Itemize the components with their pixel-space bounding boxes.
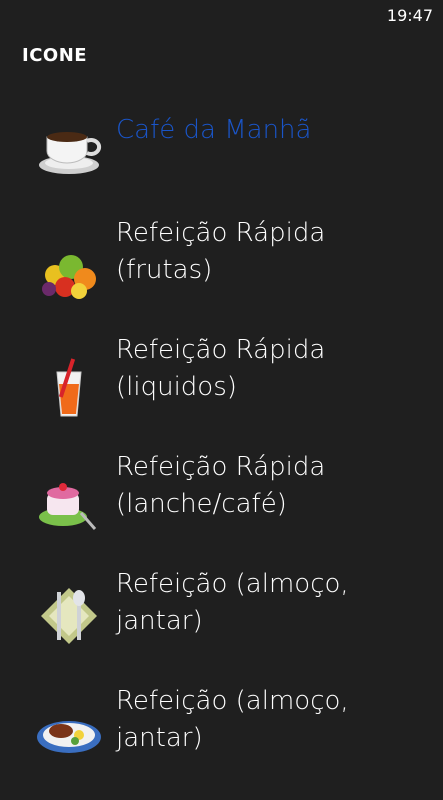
page-title: ICONE [22, 45, 88, 66]
list-item-cafe-da-manha[interactable]: Café da Manhã [0, 98, 443, 215]
icon-list: Café da Manhã Refeição Rápida (frutas) R… [0, 98, 443, 800]
list-item-label: Refeição Rápida (liquidos) [116, 335, 326, 402]
meal-plate-icon [35, 697, 103, 765]
cake-snack-icon [35, 469, 103, 537]
list-item-refeicao-almoco-jantar[interactable]: Refeição (almoço, jantar) [0, 566, 443, 683]
list-item-label: Refeição (almoço, jantar) [116, 686, 349, 753]
list-item-refeicao-almoco-jantar-2[interactable]: Refeição (almoço, jantar) [0, 683, 443, 800]
list-item-refeicao-rapida-liquidos[interactable]: Refeição Rápida (liquidos) [0, 332, 443, 449]
list-item-label: Refeição Rápida (frutas) [116, 218, 326, 285]
list-item-refeicao-rapida-lanche-cafe[interactable]: Refeição Rápida (lanche/café) [0, 449, 443, 566]
list-item-refeicao-rapida-frutas[interactable]: Refeição Rápida (frutas) [0, 215, 443, 332]
fruits-icon [35, 241, 103, 309]
list-item-label: Refeição Rápida (lanche/café) [116, 452, 326, 519]
list-item-label: Refeição (almoço, jantar) [116, 569, 349, 636]
cutlery-napkin-icon [35, 582, 103, 650]
status-bar: 19:47 [0, 0, 443, 30]
coffee-cup-icon [35, 113, 103, 181]
list-item-label: Café da Manhã [116, 115, 312, 145]
juice-glass-icon [35, 354, 103, 422]
status-clock: 19:47 [386, 6, 433, 25]
